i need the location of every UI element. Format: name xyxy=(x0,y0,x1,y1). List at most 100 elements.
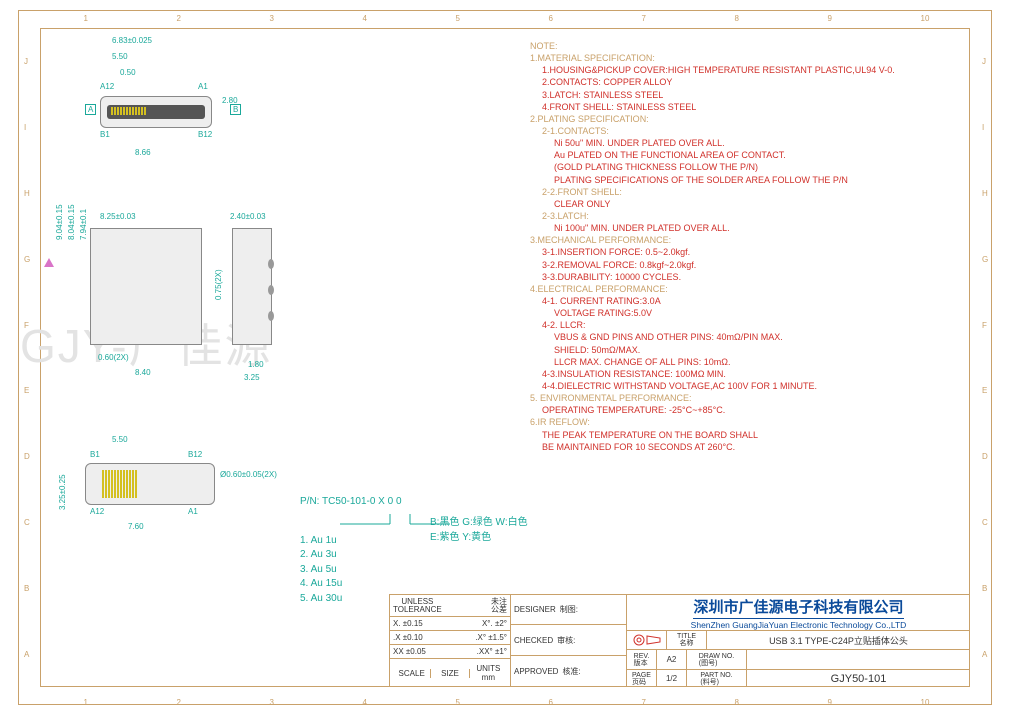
ruler-row: D xyxy=(24,452,30,461)
ruler-col: 6 xyxy=(549,698,553,707)
dim-label: 3.25 xyxy=(244,373,260,382)
dim-label: 3.25±0.25 xyxy=(58,474,67,510)
notes-block: NOTE: 1.MATERIAL SPECIFICATION: 1.HOUSIN… xyxy=(530,40,960,453)
ruler-col: 8 xyxy=(735,14,739,23)
dim-label: Ø0.60±0.05(2X) xyxy=(220,470,277,479)
pn-option: 3. Au 5u xyxy=(300,563,450,578)
ruler-row: C xyxy=(982,518,988,527)
pin-label: B1 xyxy=(100,130,110,139)
pin-label: A12 xyxy=(100,82,114,91)
color-legend: B:黑色 G:绿色 W:白色 E:紫色 Y:黄色 xyxy=(430,515,528,545)
company-name-en: ShenZhen GuangJiaYuan Electronic Technol… xyxy=(691,620,907,630)
ruler-row: E xyxy=(982,386,987,395)
ruler-col: 5 xyxy=(456,14,460,23)
designer-label: DESIGNER xyxy=(514,605,556,614)
dim-label: 7.94±0.1 xyxy=(79,209,88,240)
note-section: 5. ENVIRONMENTAL PERFORMANCE: xyxy=(530,392,960,404)
connector-side xyxy=(232,228,272,345)
note-section: 2.PLATING SPECIFICATION: xyxy=(530,113,960,125)
ruler-col: 2 xyxy=(177,14,181,23)
part-number-block: P/N: TC50-101-0 X 0 0 1. Au 1u 2. Au 3u … xyxy=(300,495,450,606)
ruler-row: H xyxy=(24,189,30,198)
title-block: UNLESS TOLERANCE 未注 公差 X. ±0.15X°. ±2° .… xyxy=(389,594,970,687)
ruler-row: C xyxy=(24,518,30,527)
ruler-row: A xyxy=(982,650,987,659)
page-value: 1/2 xyxy=(657,670,687,687)
note-head: NOTE: xyxy=(530,40,960,52)
title-label: TITLE 名称 xyxy=(667,631,707,649)
ruler-row: E xyxy=(24,386,29,395)
ruler-col: 7 xyxy=(642,698,646,707)
note-section: 4.ELECTRICAL PERFORMANCE: xyxy=(530,283,960,295)
pin-label: B12 xyxy=(198,130,212,139)
pn-option: 1. Au 1u xyxy=(300,534,450,549)
ruler-row: I xyxy=(24,123,26,132)
ruler-row: J xyxy=(982,57,986,66)
ruler-col: 4 xyxy=(363,14,367,23)
tol-head: UNLESS TOLERANCE xyxy=(393,598,442,614)
dim-label: 6.83±0.025 xyxy=(112,36,152,45)
dim-label: 1.80 xyxy=(248,360,264,369)
tol-head-cn: 未注 公差 xyxy=(491,598,507,614)
pn-label: P/N: TC50-101-0 X 0 0 xyxy=(300,495,450,510)
pin-label: B1 xyxy=(90,450,100,459)
ruler-col: 8 xyxy=(735,698,739,707)
dim-label: 5.50 xyxy=(112,52,128,61)
rev-label: REV. 版本 xyxy=(627,650,657,669)
partno-label: PART NO. (料号) xyxy=(687,670,747,687)
checked-label: CHECKED xyxy=(514,636,553,645)
ruler-col: 9 xyxy=(828,698,832,707)
drawing-title: USB 3.1 TYPE-C24P立贴插体公头 xyxy=(707,631,970,649)
dim-label: 0.50 xyxy=(120,68,136,77)
ruler-col: 3 xyxy=(270,14,274,23)
connector-front xyxy=(90,228,202,345)
ruler-col: 1 xyxy=(84,14,88,23)
dim-label: 5.50 xyxy=(112,435,128,444)
ruler-row: A xyxy=(24,650,29,659)
rev-value: A2 xyxy=(657,650,687,669)
drawing-sheet: // handled after data parse below (place… xyxy=(0,0,1010,715)
scale-label: SCALE xyxy=(393,669,431,678)
pin-label: A12 xyxy=(90,507,104,516)
ruler-col: 5 xyxy=(456,698,460,707)
dim-label: 7.60 xyxy=(128,522,144,531)
ruler-col: 6 xyxy=(549,14,553,23)
projection-symbol-icon xyxy=(632,633,662,647)
ruler-col: 10 xyxy=(921,698,930,707)
ruler-col: 3 xyxy=(270,698,274,707)
size-label: SIZE xyxy=(431,669,469,678)
ruler-col: 2 xyxy=(177,698,181,707)
ruler-row: F xyxy=(982,321,987,330)
color-row: E:紫色 Y:黄色 xyxy=(430,530,528,545)
pin-label: B12 xyxy=(188,450,202,459)
dim-label: 8.40 xyxy=(135,368,151,377)
dim-label: 0.60(2X) xyxy=(98,353,129,362)
ruler-row: B xyxy=(982,584,987,593)
pn-option: 4. Au 15u xyxy=(300,577,450,592)
ruler-row: J xyxy=(24,57,28,66)
dim-label: 0.75(2X) xyxy=(214,269,223,300)
revision-triangle-icon xyxy=(44,258,54,267)
ruler-row: G xyxy=(24,255,30,264)
pin-label: A1 xyxy=(188,507,198,516)
dim-label: 9.04±0.15 xyxy=(55,204,64,240)
ruler-col: 7 xyxy=(642,14,646,23)
datum-label: A xyxy=(85,104,96,115)
connector-body xyxy=(100,96,212,128)
dim-label: 8.25±0.03 xyxy=(100,212,136,221)
ruler-row: D xyxy=(982,452,988,461)
ruler-row: G xyxy=(982,255,988,264)
ruler-row: B xyxy=(24,584,29,593)
note-section: 3.MECHANICAL PERFORMANCE: xyxy=(530,234,960,246)
ruler-row: I xyxy=(982,123,984,132)
connector-bottom xyxy=(85,463,215,505)
ruler-col: 4 xyxy=(363,698,367,707)
dim-label: 8.04±0.15 xyxy=(67,204,76,240)
pn-option: 2. Au 3u xyxy=(300,548,450,563)
datum-label: B xyxy=(230,104,241,115)
ruler-row: H xyxy=(982,189,988,198)
dim-label: 2.40±0.03 xyxy=(230,212,266,221)
ruler-col: 9 xyxy=(828,14,832,23)
pin-label: A1 xyxy=(198,82,208,91)
ruler-col: 10 xyxy=(921,14,930,23)
